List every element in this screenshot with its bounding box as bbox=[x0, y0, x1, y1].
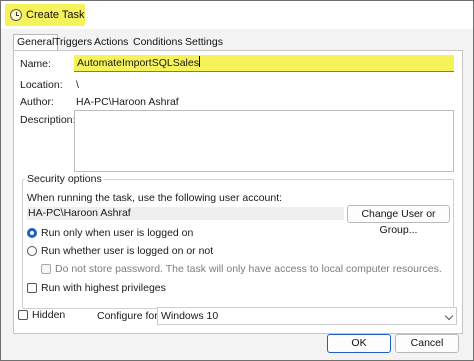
security-options-group: Security options When running the task, … bbox=[22, 173, 454, 309]
general-tab-panel: Name: AutomateImportSQLSales Location: \… bbox=[13, 50, 463, 334]
tab-triggers[interactable]: Triggers bbox=[51, 35, 95, 50]
run-whether-logged-on-label[interactable]: Run whether user is logged on or not bbox=[41, 245, 213, 257]
hidden-label[interactable]: Hidden bbox=[32, 309, 65, 321]
ok-button[interactable]: OK bbox=[327, 334, 391, 353]
hidden-checkbox[interactable] bbox=[18, 310, 28, 320]
task-name-input[interactable]: AutomateImportSQLSales bbox=[74, 55, 454, 72]
run-when-logged-on-label[interactable]: Run only when user is logged on bbox=[41, 227, 193, 239]
run-whether-logged-on-radio[interactable] bbox=[27, 246, 37, 256]
task-scheduler-clock-icon bbox=[10, 9, 22, 21]
user-account-field: HA-PC\Haroon Ashraf bbox=[27, 207, 344, 220]
configure-for-select[interactable]: Windows 10 bbox=[157, 307, 457, 325]
name-label: Name: bbox=[20, 58, 51, 70]
highest-privileges-label[interactable]: Run with highest privileges bbox=[41, 282, 166, 294]
chevron-down-icon bbox=[444, 311, 454, 321]
author-value: HA-PC\Haroon Ashraf bbox=[76, 96, 179, 108]
author-label: Author: bbox=[20, 96, 54, 108]
create-task-dialog: Create Task General Triggers Actions Con… bbox=[0, 0, 474, 361]
do-not-store-password-checkbox[interactable] bbox=[41, 264, 51, 274]
location-value: \ bbox=[76, 79, 79, 91]
cancel-button[interactable]: Cancel bbox=[395, 334, 459, 353]
title-bar[interactable]: Create Task bbox=[1, 1, 473, 29]
configure-for-value: Windows 10 bbox=[161, 310, 219, 322]
account-prompt: When running the task, use the following… bbox=[27, 192, 283, 204]
tab-settings[interactable]: Settings bbox=[182, 35, 226, 50]
description-textarea[interactable] bbox=[74, 110, 454, 172]
window-title: Create Task bbox=[26, 9, 85, 21]
tab-conditions[interactable]: Conditions bbox=[130, 35, 186, 50]
tab-actions[interactable]: Actions bbox=[91, 35, 131, 50]
configure-for-label: Configure for: bbox=[97, 310, 161, 322]
text-caret bbox=[198, 56, 200, 67]
location-label: Location: bbox=[20, 79, 63, 91]
do-not-store-password-label: Do not store password. The task will onl… bbox=[55, 263, 442, 275]
security-options-title: Security options bbox=[25, 173, 104, 185]
change-user-button[interactable]: Change User or Group... bbox=[347, 205, 450, 236]
task-name-value: AutomateImportSQLSales bbox=[77, 57, 199, 69]
run-when-logged-on-radio[interactable] bbox=[27, 228, 37, 238]
highest-privileges-checkbox[interactable] bbox=[27, 283, 37, 293]
description-label: Description: bbox=[20, 114, 76, 126]
